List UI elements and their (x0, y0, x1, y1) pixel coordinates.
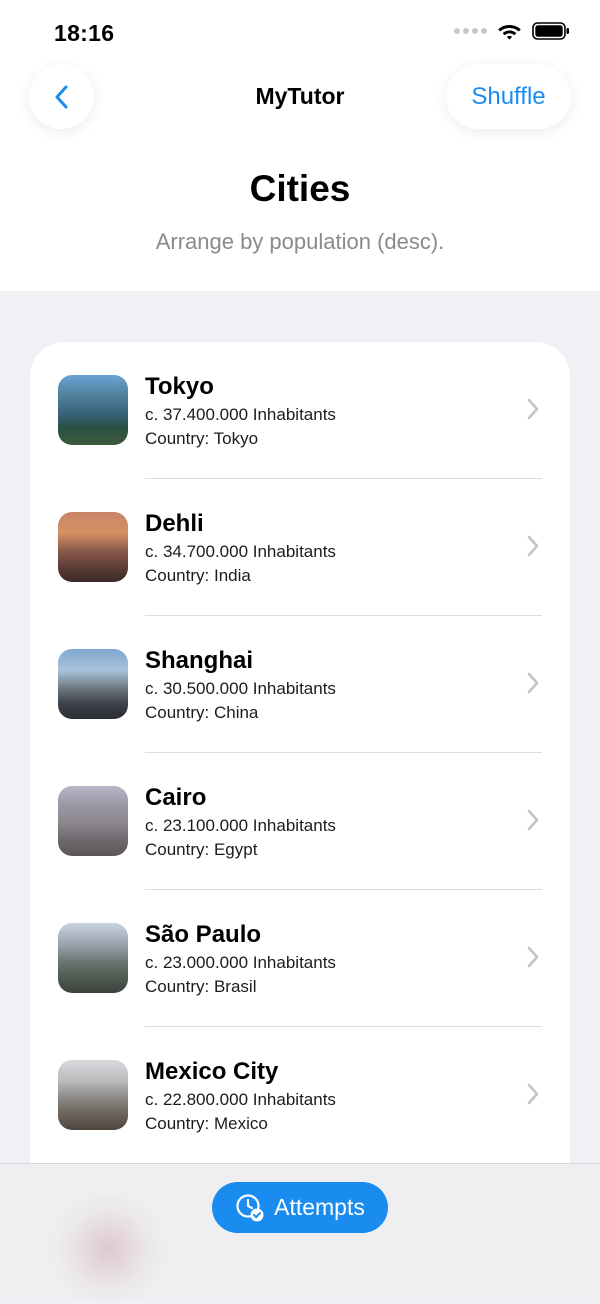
signal-dots-icon (454, 28, 487, 34)
status-time: 18:16 (54, 20, 115, 46)
city-thumbnail (58, 512, 128, 582)
city-population: c. 22.800.000 Inhabitants (145, 1090, 336, 1109)
wifi-icon (498, 25, 521, 40)
chevron-right-icon (527, 535, 539, 557)
city-thumbnail (58, 786, 128, 856)
city-country: Country: Brasil (145, 977, 257, 996)
city-country: Country: Mexico (145, 1114, 268, 1133)
attempts-label: Attempts (274, 1194, 365, 1220)
city-country: Country: India (145, 566, 251, 585)
chevron-right-icon (527, 1083, 539, 1105)
list-item[interactable]: Cairo c. 23.100.000 Inhabitants Country:… (30, 753, 570, 890)
bottom-toolbar: Attempts (0, 1163, 600, 1304)
list-item[interactable]: São Paulo c. 23.000.000 Inhabitants Coun… (30, 890, 570, 1027)
city-population: c. 23.000.000 Inhabitants (145, 953, 336, 972)
city-thumbnail (58, 923, 128, 993)
city-name: Shanghai (145, 647, 254, 674)
city-thumbnail (58, 1060, 128, 1130)
city-name: Tokyo (145, 373, 214, 400)
city-population: c. 23.100.000 Inhabitants (145, 816, 336, 835)
city-country: Country: China (145, 703, 259, 722)
page-subtitle: Arrange by population (desc). (155, 229, 445, 254)
city-name: Dehli (145, 510, 204, 537)
background-blur (48, 1194, 168, 1304)
city-population: c. 30.500.000 Inhabitants (145, 679, 336, 698)
chevron-right-icon (527, 946, 539, 968)
list-item[interactable]: Tokyo c. 37.400.000 Inhabitants Country:… (30, 342, 570, 479)
status-icons (454, 22, 570, 40)
city-thumbnail (58, 649, 128, 719)
chevron-right-icon (527, 809, 539, 831)
list-item[interactable]: Mexico City c. 22.800.000 Inhabitants Co… (30, 1027, 570, 1164)
city-population: c. 34.700.000 Inhabitants (145, 542, 336, 561)
clock-check-icon (236, 1193, 264, 1221)
chevron-right-icon (527, 672, 539, 694)
city-country: Country: Tokyo (145, 429, 259, 448)
city-list: Tokyo c. 37.400.000 Inhabitants Country:… (30, 342, 570, 1242)
city-thumbnail (58, 375, 128, 445)
list-item[interactable]: Shanghai c. 30.500.000 Inhabitants Count… (30, 616, 570, 753)
attempts-button[interactable]: Attempts (212, 1182, 388, 1233)
shuffle-button[interactable]: Shuffle (446, 64, 571, 129)
battery-icon (532, 22, 569, 40)
city-country: Country: Egypt (145, 840, 258, 859)
status-bar: 18:16 (0, 0, 600, 62)
city-name: Cairo (145, 784, 207, 811)
city-name: Mexico City (145, 1058, 279, 1085)
chevron-right-icon (527, 398, 539, 420)
city-population: c. 37.400.000 Inhabitants (145, 405, 336, 424)
list-item[interactable]: Dehli c. 34.700.000 Inhabitants Country:… (30, 479, 570, 616)
city-name: São Paulo (145, 921, 262, 948)
page-title: Cities (249, 168, 351, 209)
